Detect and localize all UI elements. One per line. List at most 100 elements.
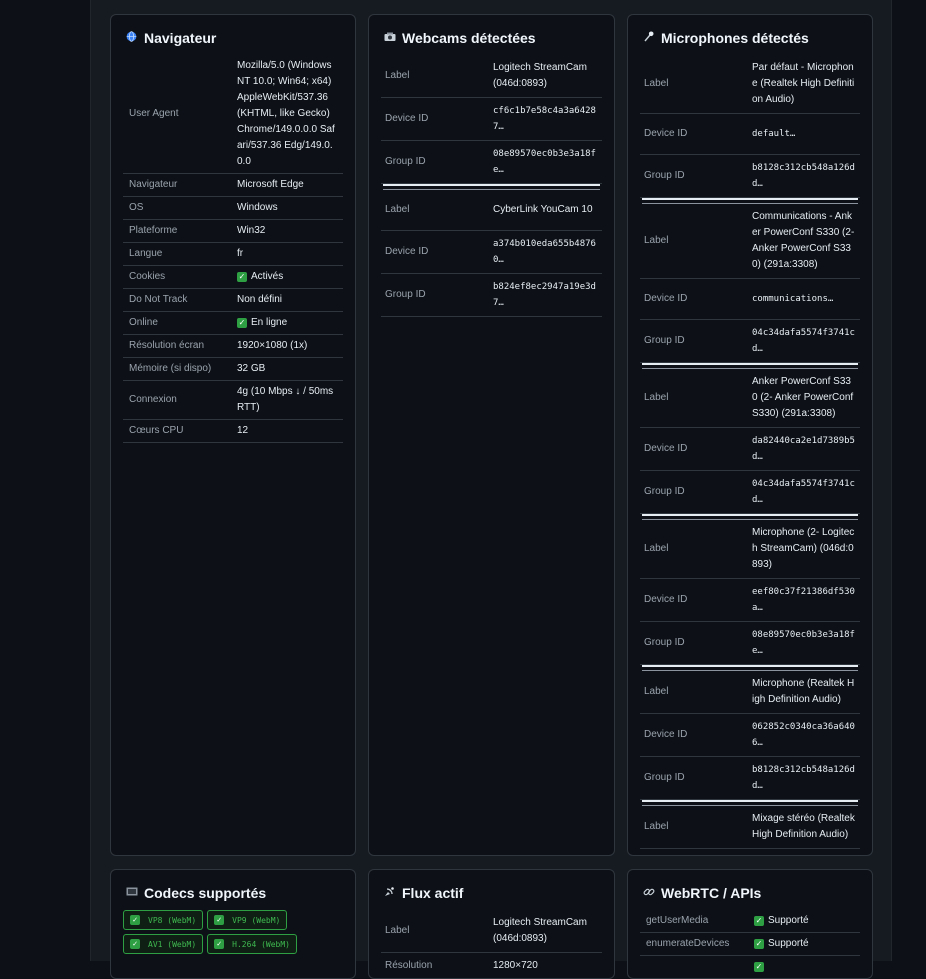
microphones-table: LabelPar défaut - Microphone (Realtek Hi… <box>640 55 860 856</box>
row-value: 08e89570ec0b3e3a18fe… <box>489 141 602 184</box>
navigateur-title: Navigateur <box>125 29 343 47</box>
codecs-title: Codecs supportés <box>125 884 343 902</box>
row-key: Device ID <box>640 279 748 320</box>
device-row-device-id: Device IDa374b010eda655b48760… <box>381 231 602 274</box>
device-row-label: LabelMicrophone (Realtek High Definition… <box>640 671 860 714</box>
device-row-device-id: Device ID080c6bdc8ff96b8e802c… <box>640 849 860 857</box>
row-value: CyberLink YouCam 10 <box>489 190 602 231</box>
row-value: b8128c312cb548a126dd… <box>748 757 860 800</box>
row-key: Device ID <box>640 849 748 857</box>
row-value: Logitech StreamCam (046d:0893) <box>489 910 602 953</box>
navigateur-row: Mémoire (si dispo)32 GB <box>123 358 343 381</box>
row-value: Microphone (Realtek High Definition Audi… <box>748 671 860 714</box>
flux-title: Flux actif <box>383 884 602 902</box>
navigateur-row: Languefr <box>123 243 343 266</box>
row-value: ✓Activés <box>233 266 343 289</box>
row-key: Group ID <box>640 155 748 198</box>
row-key: Device ID <box>640 714 748 757</box>
device-row-label: LabelLogitech StreamCam (046d:0893) <box>381 55 602 98</box>
satellite-icon <box>383 886 396 900</box>
navigateur-row: Cœurs CPU12 <box>123 420 343 443</box>
row-value: Anker PowerConf S330 (2- Anker PowerConf… <box>748 369 860 428</box>
codec-name: AV1 (WebM) <box>148 940 196 949</box>
microphone-icon <box>642 31 655 45</box>
row-value-text: 4g (10 Mbps ↓ / 50ms RTT) <box>237 386 333 413</box>
webrtc-row: enumerateDevices✓Supporté <box>640 933 860 956</box>
row-key: Group ID <box>640 471 748 514</box>
device-row-group-id: Group ID08e89570ec0b3e3a18fe… <box>381 141 602 184</box>
row-value: 080c6bdc8ff96b8e802c… <box>748 849 860 857</box>
device-row-label: LabelCommunications - Anker PowerConf S3… <box>640 204 860 279</box>
row-value-text: Supporté <box>768 938 809 949</box>
row-value-text: Windows <box>237 202 278 213</box>
row-key: Cœurs CPU <box>123 420 233 443</box>
row-value: Mozilla/5.0 (Windows NT 10.0; Win64; x64… <box>233 55 343 174</box>
row-key: Label <box>381 190 489 231</box>
row-key: Device ID <box>640 428 748 471</box>
device-row-device-id: Device ID062852c0340ca36a6406… <box>640 714 860 757</box>
row-key: Label <box>640 520 748 579</box>
webrtc-table: getUserMedia✓SupportéenumerateDevices✓Su… <box>640 910 860 979</box>
row-value: da82440ca2e1d7389b5d… <box>748 428 860 471</box>
webcams-title-text: Webcams détectées <box>402 30 536 46</box>
row-value: ✓Supporté <box>750 910 860 933</box>
device-row-label: LabelAnker PowerConf S330 (2- Anker Powe… <box>640 369 860 428</box>
row-value: eef80c37f21386df530a… <box>748 579 860 622</box>
link-icon <box>642 886 655 901</box>
row-key: getUserMedia <box>640 910 750 933</box>
check-icon: ✓ <box>130 939 140 949</box>
device-row-device-id: Device IDda82440ca2e1d7389b5d… <box>640 428 860 471</box>
check-icon: ✓ <box>130 915 140 925</box>
row-value: fr <box>233 243 343 266</box>
camera-icon <box>383 32 396 45</box>
device-row-device-id: Device IDdefault… <box>640 114 860 155</box>
webrtc-title-text: WebRTC / APIs <box>661 885 761 901</box>
row-value: b8128c312cb548a126dd… <box>748 155 860 198</box>
row-value: 1920×1080 (1x) <box>233 335 343 358</box>
navigateur-row: Connexion4g (10 Mbps ↓ / 50ms RTT) <box>123 381 343 420</box>
row-value: 12 <box>233 420 343 443</box>
check-icon: ✓ <box>754 916 764 926</box>
row-value: Communications - Anker PowerConf S330 (2… <box>748 204 860 279</box>
row-key: Device ID <box>640 114 748 155</box>
row-value: ✓Supporté <box>750 933 860 956</box>
navigateur-row: User AgentMozilla/5.0 (Windows NT 10.0; … <box>123 55 343 174</box>
row-value: a374b010eda655b48760… <box>489 231 602 274</box>
microphones-title: Microphones détectés <box>642 29 860 47</box>
microphones-title-text: Microphones détectés <box>661 30 809 46</box>
navigateur-table: User AgentMozilla/5.0 (Windows NT 10.0; … <box>123 55 343 443</box>
row-value: Windows <box>233 197 343 220</box>
row-key: Label <box>381 55 489 98</box>
device-row-group-id: Group ID04c34dafa5574f3741cd… <box>640 471 860 514</box>
webrtc-row: getUserMedia✓Supporté <box>640 910 860 933</box>
row-key: Label <box>640 55 748 114</box>
row-value-text: fr <box>237 248 243 259</box>
codecs-card: Codecs supportés ✓VP8 (WebM)✓VP9 (WebM)✓… <box>110 869 356 979</box>
row-key: Résolution écran <box>123 335 233 358</box>
navigateur-row: PlateformeWin32 <box>123 220 343 243</box>
navigateur-row: Do Not TrackNon défini <box>123 289 343 312</box>
row-key: Résolution <box>381 953 489 979</box>
check-icon: ✓ <box>754 962 764 972</box>
codec-name: VP9 (WebM) <box>232 916 280 925</box>
globe-icon <box>125 31 138 45</box>
row-value: Non défini <box>233 289 343 312</box>
row-value: 062852c0340ca36a6406… <box>748 714 860 757</box>
check-icon: ✓ <box>214 939 224 949</box>
row-key: Label <box>640 671 748 714</box>
codec-badge: ✓VP9 (WebM) <box>207 910 287 930</box>
flux-title-text: Flux actif <box>402 885 463 901</box>
webcams-card: Webcams détectées LabelLogitech StreamCa… <box>368 14 615 856</box>
row-value-text: 1280×720 <box>493 960 538 971</box>
row-value: communications… <box>748 279 860 320</box>
row-value-text: Activés <box>251 271 283 282</box>
row-value: ✓En ligne <box>233 312 343 335</box>
row-value-text: Logitech StreamCam (046d:0893) <box>493 917 587 944</box>
navigateur-row: Résolution écran1920×1080 (1x) <box>123 335 343 358</box>
row-value: b824ef8ec2947a19e3d7… <box>489 274 602 317</box>
row-value-text: En ligne <box>251 317 287 328</box>
webrtc-card: WebRTC / APIs getUserMedia✓Supportéenume… <box>627 869 873 979</box>
content-panel: Navigateur User AgentMozilla/5.0 (Window… <box>90 0 892 961</box>
row-value-text: 32 GB <box>237 363 265 374</box>
codec-badge: ✓ AV1 (WebM) <box>123 934 203 954</box>
